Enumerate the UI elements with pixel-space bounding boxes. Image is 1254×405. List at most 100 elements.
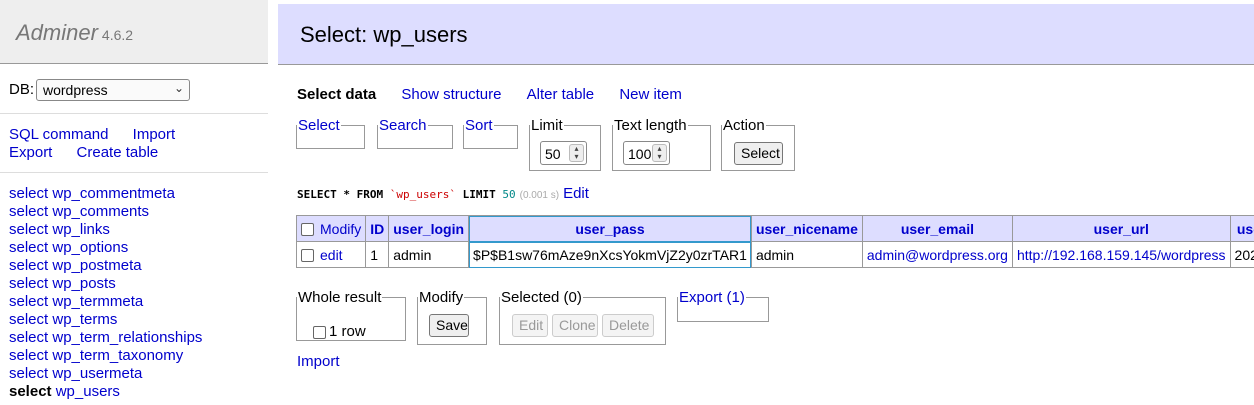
table-item-wp-term-relationships[interactable]: select wp_term_relationships: [9, 329, 264, 347]
table-item-wp-postmeta[interactable]: select wp_postmeta: [9, 257, 264, 275]
column-user-registered-link[interactable]: user_reg: [1237, 221, 1254, 237]
column-header-id[interactable]: ID: [365, 215, 390, 242]
tab-new-item[interactable]: New item: [619, 86, 682, 103]
save-button[interactable]: Save: [429, 314, 469, 337]
select-button[interactable]: Select: [734, 142, 783, 165]
whole-result-option[interactable]: 1 row: [313, 323, 366, 340]
text-length-value: 100: [628, 146, 652, 162]
select-keyword-link[interactable]: select: [9, 293, 48, 310]
spinner-arrows-icon[interactable]: ▴ ▾: [652, 144, 667, 162]
create-table-link[interactable]: Create table: [77, 144, 159, 161]
search-toggle[interactable]: Search: [379, 117, 427, 134]
whole-result-checkbox[interactable]: [313, 325, 326, 339]
select-keyword-link[interactable]: select: [9, 311, 48, 328]
column-user-login-link[interactable]: user_login: [393, 221, 464, 237]
app-name[interactable]: Adminer: [16, 20, 98, 45]
table-name-link[interactable]: wp_termmeta: [52, 293, 143, 310]
modify-link[interactable]: Modify: [320, 221, 361, 237]
url-link[interactable]: http://192.168.159.145/wordpress: [1017, 247, 1226, 263]
select-keyword-link[interactable]: select: [9, 275, 48, 292]
table-name-link[interactable]: wp_users: [56, 383, 120, 400]
text-length-input[interactable]: 100 ▴ ▾: [623, 141, 670, 165]
export-toggle[interactable]: Export (1): [679, 289, 745, 306]
cell-user-email[interactable]: admin@wordpress.org: [861, 241, 1013, 268]
table-name-link[interactable]: wp_postmeta: [52, 257, 141, 274]
table-item-wp-usermeta[interactable]: select wp_usermeta: [9, 365, 264, 383]
column-user-url-link[interactable]: user_url: [1094, 221, 1149, 237]
select-all-checkbox[interactable]: [301, 223, 314, 237]
table-item-wp-commentmeta[interactable]: select wp_commentmeta: [9, 185, 264, 203]
column-header-user-pass[interactable]: user_pass: [468, 215, 752, 242]
sort-toggle[interactable]: Sort: [465, 117, 493, 134]
column-header-user-email[interactable]: user_email: [861, 215, 1013, 242]
menu-header: Adminer 4.6.2: [0, 0, 268, 64]
whole-result-legend: Whole result: [298, 289, 382, 306]
select-keyword-link[interactable]: select: [9, 257, 48, 274]
action-legend: Action: [723, 117, 765, 134]
table-item-wp-options[interactable]: select wp_options: [9, 239, 264, 257]
select-keyword-link[interactable]: select: [9, 203, 48, 220]
cell-user-pass[interactable]: $P$B1sw76mAze9nXcsYokmVjZ2y0zrTAR1: [468, 241, 752, 268]
tab-show-structure[interactable]: Show structure: [401, 86, 501, 103]
cell-user-url[interactable]: http://192.168.159.145/wordpress: [1011, 241, 1231, 268]
cell-user-registered[interactable]: 2021-05-1: [1229, 241, 1254, 268]
sql-table: `wp_users`: [389, 188, 456, 201]
cell-user-login[interactable]: admin: [388, 241, 470, 268]
cell-id[interactable]: 1: [365, 241, 390, 268]
email-link[interactable]: admin@wordpress.org: [867, 247, 1008, 263]
row-action-cell: edit: [295, 241, 367, 268]
table-header-row: Modify ID user_login user_pass user_nice…: [295, 215, 1254, 242]
table-name-link[interactable]: wp_options: [52, 239, 128, 256]
menu-divider: [0, 113, 268, 114]
export-link-sidebar[interactable]: Export: [9, 144, 52, 161]
column-user-email-link[interactable]: user_email: [901, 221, 974, 237]
column-header-user-registered[interactable]: user_reg: [1229, 215, 1254, 242]
table-name-link[interactable]: wp_term_taxonomy: [52, 347, 183, 364]
select-keyword-link[interactable]: select: [9, 329, 48, 346]
cell-user-nicename[interactable]: admin: [750, 241, 863, 268]
select-keyword-link[interactable]: select: [9, 239, 48, 256]
sort-fieldset: Sort: [463, 117, 518, 149]
clone-button[interactable]: Clone: [552, 314, 598, 337]
import-link-sidebar[interactable]: Import: [133, 126, 176, 143]
table-name-link[interactable]: wp_usermeta: [52, 365, 142, 382]
select-keyword-link[interactable]: select: [9, 347, 48, 364]
table-name-link[interactable]: wp_term_relationships: [52, 329, 202, 346]
column-user-pass-link[interactable]: user_pass: [575, 221, 644, 237]
select-keyword-link[interactable]: select: [9, 185, 48, 202]
table-item-wp-users[interactable]: select wp_users: [9, 383, 264, 401]
table-name-link[interactable]: wp_commentmeta: [52, 185, 175, 202]
column-header-user-nicename[interactable]: user_nicename: [750, 215, 863, 242]
table-name-link[interactable]: wp_posts: [52, 275, 115, 292]
db-selector-row: DB: wordpress ⌄: [9, 79, 259, 103]
app-logo[interactable]: Adminer 4.6.2: [16, 20, 133, 46]
edit-query-link[interactable]: Edit: [563, 185, 589, 202]
table-item-wp-terms[interactable]: select wp_terms: [9, 311, 264, 329]
table-name-link[interactable]: wp_links: [52, 221, 110, 238]
db-select[interactable]: wordpress ⌄: [36, 79, 190, 101]
column-user-nicename-link[interactable]: user_nicename: [756, 221, 858, 237]
edit-selected-button[interactable]: Edit: [512, 314, 548, 337]
select-keyword-link[interactable]: select: [9, 221, 48, 238]
column-header-user-login[interactable]: user_login: [388, 215, 470, 242]
table-item-wp-termmeta[interactable]: select wp_termmeta: [9, 293, 264, 311]
table-item-wp-term-taxonomy[interactable]: select wp_term_taxonomy: [9, 347, 264, 365]
table-item-wp-posts[interactable]: select wp_posts: [9, 275, 264, 293]
table-name-link[interactable]: wp_comments: [52, 203, 149, 220]
tab-alter-table[interactable]: Alter table: [527, 86, 595, 103]
select-keyword-link[interactable]: select: [9, 365, 48, 382]
limit-input[interactable]: 50 ▴ ▾: [540, 141, 587, 165]
select-columns-toggle[interactable]: Select: [298, 117, 340, 134]
row-edit-link[interactable]: edit: [320, 247, 343, 263]
sql-command-link[interactable]: SQL command: [9, 126, 109, 143]
table-item-wp-links[interactable]: select wp_links: [9, 221, 264, 239]
column-id-link[interactable]: ID: [370, 221, 384, 237]
delete-button[interactable]: Delete: [602, 314, 654, 337]
table-item-wp-comments[interactable]: select wp_comments: [9, 203, 264, 221]
column-header-user-url[interactable]: user_url: [1011, 215, 1231, 242]
import-link[interactable]: Import: [297, 353, 340, 370]
select-keyword-link[interactable]: select: [9, 383, 52, 400]
row-checkbox[interactable]: [301, 249, 314, 263]
spinner-arrows-icon[interactable]: ▴ ▾: [569, 144, 584, 162]
table-name-link[interactable]: wp_terms: [52, 311, 117, 328]
